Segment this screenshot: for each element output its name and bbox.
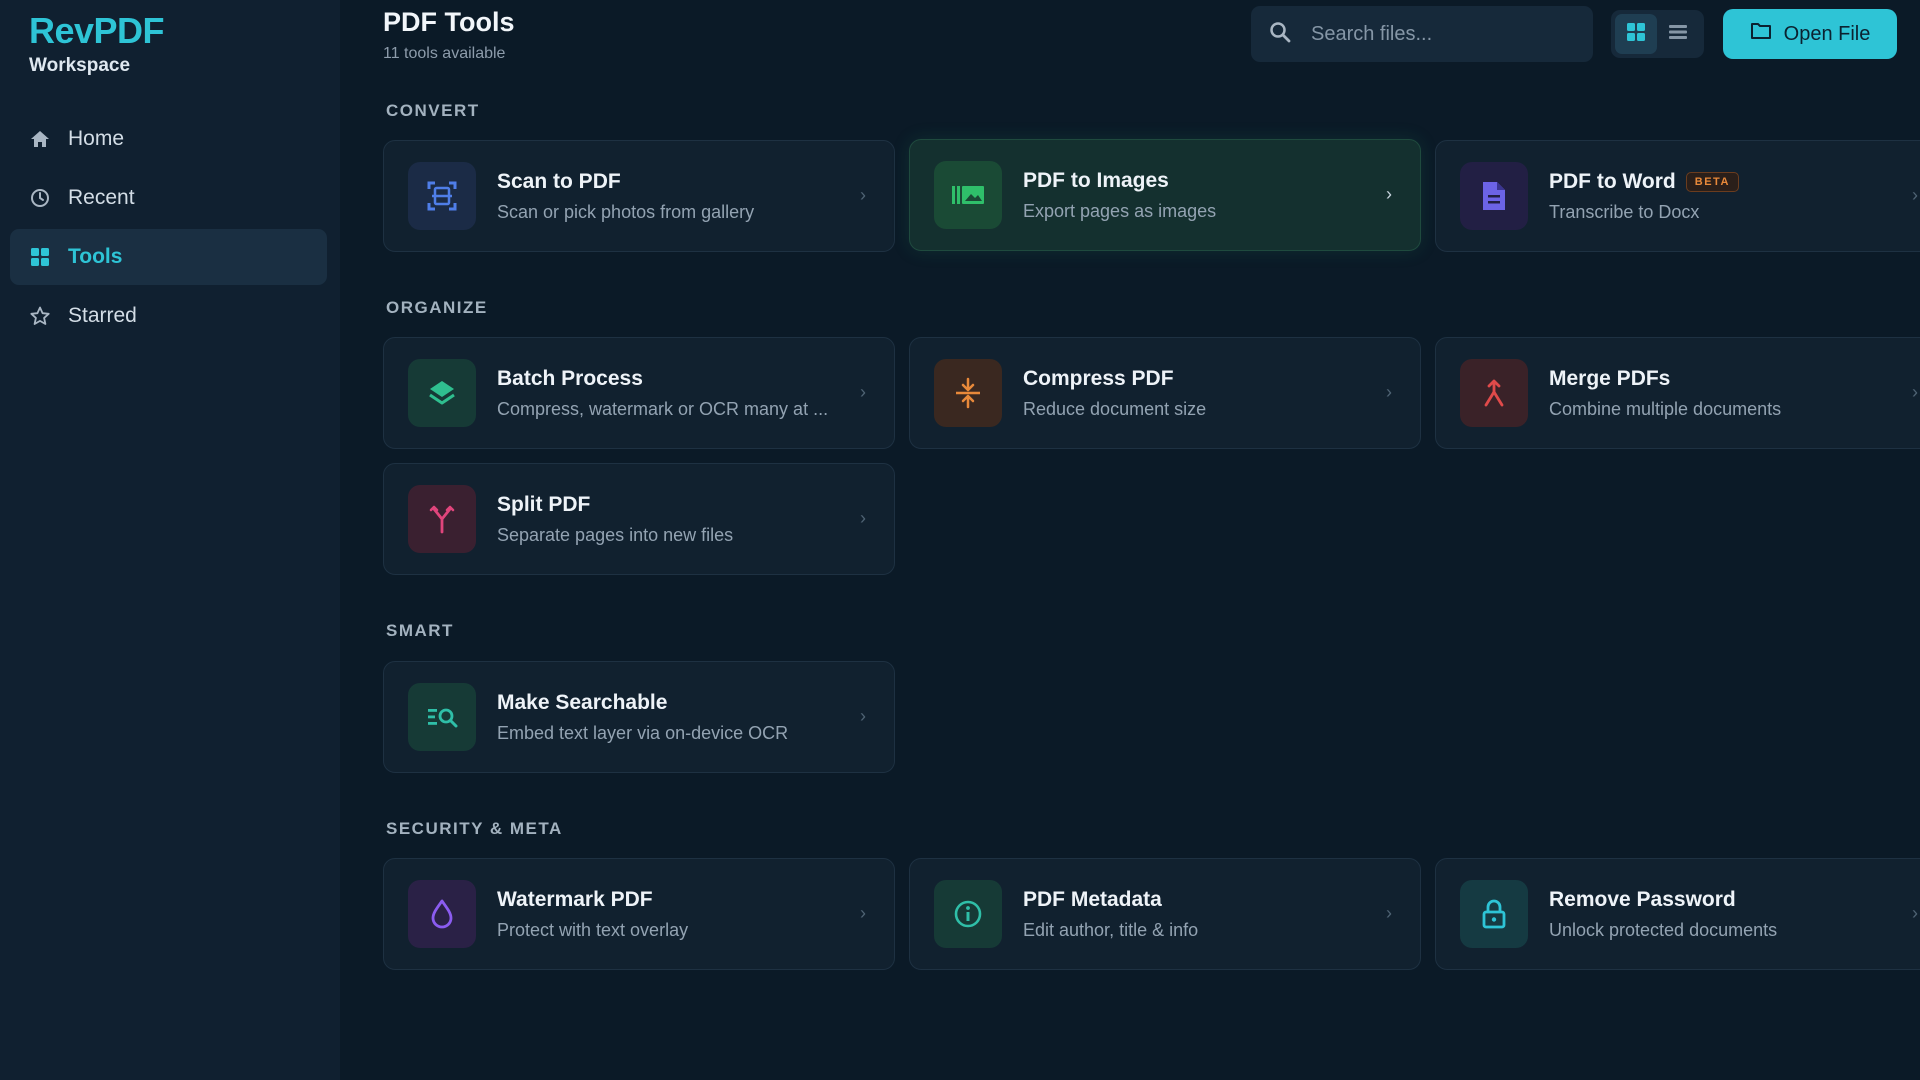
tool-description: Compress, watermark or OCR many at ... [497, 399, 829, 419]
section-label-organize: ORGANIZE [386, 298, 488, 317]
unlock-icon [1460, 880, 1528, 948]
chevron-right-icon: › [1386, 184, 1392, 204]
tool-title: Batch Process [497, 367, 643, 390]
sidebar-item-label: Starred [68, 304, 137, 327]
ocr-search-icon [408, 683, 476, 751]
tool-title: Split PDF [497, 493, 591, 516]
home-icon [29, 128, 51, 150]
tool-card-pdf-metadata[interactable]: PDF Metadata Edit author, title & info › [909, 858, 1421, 970]
tool-title: PDF Metadata [1023, 888, 1162, 911]
tool-title: PDF to Word BETA [1549, 170, 1739, 194]
tool-card-merge-pdfs[interactable]: Merge PDFs Combine multiple documents › [1435, 337, 1920, 449]
tool-count: 11 tools available [383, 45, 506, 62]
tool-description: Separate pages into new files [497, 525, 734, 545]
info-icon [934, 880, 1002, 948]
search-icon [1269, 21, 1291, 48]
tool-description: Embed text layer via on-device OCR [497, 723, 789, 743]
tool-card-watermark-pdf[interactable]: Watermark PDF Protect with text overlay … [383, 858, 895, 970]
chevron-right-icon: › [860, 508, 866, 528]
chevron-right-icon: › [860, 903, 866, 923]
tool-card-scan-to-pdf[interactable]: Scan to PDF Scan or pick photos from gal… [383, 140, 895, 252]
sidebar-item-recent[interactable]: Recent [10, 170, 327, 226]
chevron-right-icon: › [1912, 185, 1918, 205]
chevron-right-icon: › [1912, 382, 1918, 402]
sidebar-item-label: Recent [68, 186, 135, 209]
tool-title: Remove Password [1549, 888, 1736, 911]
chevron-right-icon: › [860, 706, 866, 726]
images-icon [934, 161, 1002, 229]
tool-description: Unlock protected documents [1549, 920, 1778, 940]
document-icon [1460, 162, 1528, 230]
sidebar: RevPDF Workspace Home Recent Tools Starr… [0, 0, 340, 1080]
sidebar-item-home[interactable]: Home [10, 111, 327, 167]
tool-title: Watermark PDF [497, 888, 653, 911]
sidebar-nav: Home Recent Tools Starred [10, 111, 327, 347]
grid-view-button[interactable] [1615, 14, 1657, 54]
droplet-icon [408, 880, 476, 948]
sidebar-item-label: Home [68, 127, 125, 150]
list-view-button[interactable] [1657, 14, 1699, 54]
chevron-right-icon: › [860, 185, 866, 205]
tool-card-make-searchable[interactable]: Make Searchable Embed text layer via on-… [383, 661, 895, 773]
open-file-button[interactable]: Open File [1723, 9, 1897, 59]
tool-title: PDF to Images [1023, 169, 1169, 192]
search-input[interactable] [1311, 22, 1571, 46]
section-label-convert: CONVERT [386, 101, 480, 120]
clock-icon [29, 187, 51, 209]
chevron-right-icon: › [860, 382, 866, 402]
brand: RevPDF Workspace [29, 10, 165, 77]
tool-card-compress-pdf[interactable]: Compress PDF Reduce document size › [909, 337, 1421, 449]
list-icon [1668, 22, 1688, 47]
split-icon [408, 485, 476, 553]
tool-card-remove-password[interactable]: Remove Password Unlock protected documen… [1435, 858, 1920, 970]
tool-description: Transcribe to Docx [1549, 202, 1700, 222]
tool-description: Protect with text overlay [497, 920, 689, 940]
grid-icon [29, 246, 51, 268]
tool-description: Combine multiple documents [1549, 399, 1782, 419]
folder-icon [1750, 21, 1772, 47]
tool-title: Make Searchable [497, 691, 668, 714]
grid-icon [1626, 22, 1646, 47]
tool-title-text: PDF to Word [1549, 170, 1676, 193]
page-title: PDF Tools [383, 7, 515, 37]
search-box[interactable] [1251, 6, 1593, 62]
section-label-security: SECURITY & META [386, 819, 563, 838]
tool-title: Scan to PDF [497, 170, 621, 193]
section-label-smart: SMART [386, 621, 454, 640]
layers-icon [408, 359, 476, 427]
tool-description: Reduce document size [1023, 399, 1207, 419]
star-icon [29, 305, 51, 327]
tool-title: Compress PDF [1023, 367, 1174, 390]
tool-description: Edit author, title & info [1023, 920, 1199, 940]
scan-icon [408, 162, 476, 230]
tool-title: Merge PDFs [1549, 367, 1671, 390]
beta-badge: BETA [1685, 172, 1739, 192]
tool-card-pdf-to-word[interactable]: PDF to Word BETA Transcribe to Docx › [1435, 140, 1920, 252]
compress-icon [934, 359, 1002, 427]
tool-card-batch-process[interactable]: Batch Process Compress, watermark or OCR… [383, 337, 895, 449]
merge-icon [1460, 359, 1528, 427]
sidebar-item-tools[interactable]: Tools [10, 229, 327, 285]
brand-subtitle: Workspace [29, 55, 131, 76]
tool-description: Scan or pick photos from gallery [497, 202, 755, 222]
view-toggle [1611, 10, 1704, 58]
tool-description: Export pages as images [1023, 201, 1217, 221]
chevron-right-icon: › [1386, 903, 1392, 923]
tool-card-pdf-to-images[interactable]: PDF to Images Export pages as images › [909, 139, 1421, 251]
chevron-right-icon: › [1386, 382, 1392, 402]
sidebar-item-label: Tools [68, 245, 123, 268]
sidebar-item-starred[interactable]: Starred [10, 288, 327, 344]
chevron-right-icon: › [1912, 903, 1918, 923]
brand-title: RevPDF [29, 10, 165, 51]
open-file-label: Open File [1783, 22, 1871, 45]
tool-card-split-pdf[interactable]: Split PDF Separate pages into new files … [383, 463, 895, 575]
